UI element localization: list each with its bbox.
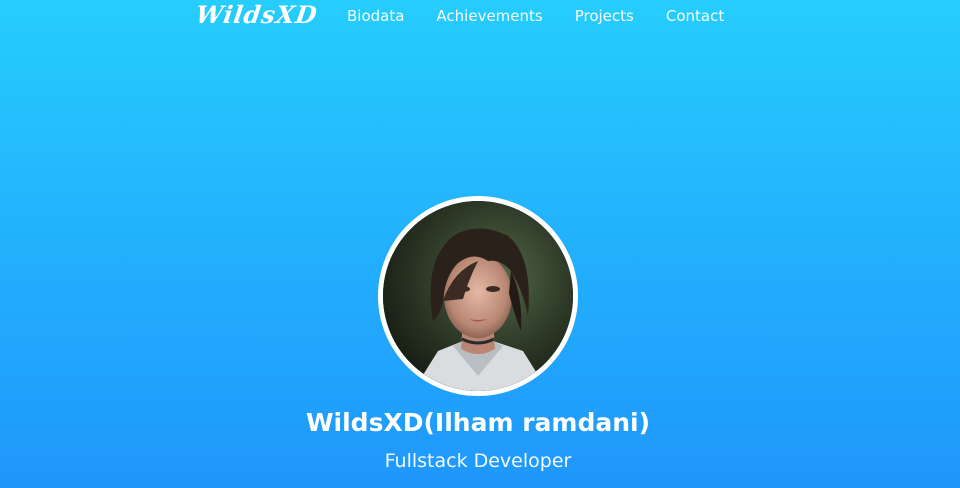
avatar-image — [383, 201, 573, 391]
nav-link-projects[interactable]: Projects — [575, 7, 634, 25]
profile-name: WildsXD(Ilham ramdani) — [305, 408, 651, 437]
brand-logo[interactable]: WildsXD — [194, 0, 320, 30]
nav-link-contact[interactable]: Contact — [666, 7, 724, 25]
profile-avatar — [378, 196, 578, 396]
avatar-portrait-illustration — [383, 201, 573, 391]
top-navbar: WildsXD Biodata Achievements Projects Co… — [0, 0, 960, 32]
nav-link-achievements[interactable]: Achievements — [436, 7, 542, 25]
nav-link-biodata[interactable]: Biodata — [347, 7, 404, 25]
nav-links: Biodata Achievements Projects Contact — [347, 6, 756, 26]
profile-role: Fullstack Developer — [384, 450, 572, 472]
